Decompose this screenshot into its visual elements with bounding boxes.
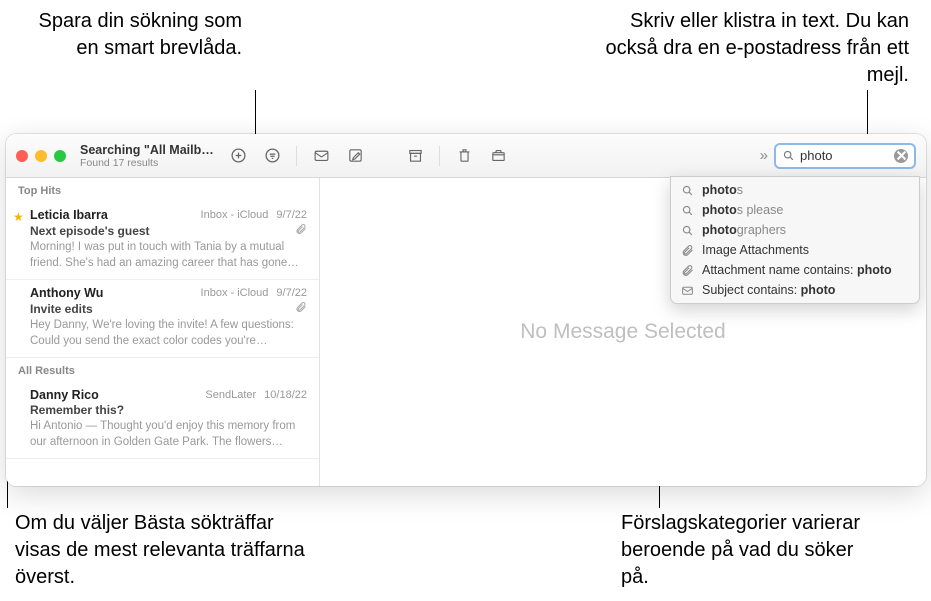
trash-button[interactable] [450, 144, 478, 168]
preview-text: Hey Danny, We're loving the invite! A fe… [30, 318, 307, 349]
toolbar-title: Searching "All Mailbo... Found 17 result… [80, 143, 218, 169]
subject: Remember this? [30, 403, 124, 417]
section-all-results: All Results [6, 358, 319, 382]
preview-text: Hi Antonio — Thought you'd enjoy this me… [30, 419, 307, 450]
search-field[interactable] [774, 143, 916, 169]
suggestion-item[interactable]: Subject contains: photo [671, 280, 919, 300]
window-controls [16, 150, 66, 162]
date-label: 10/18/22 [264, 389, 307, 401]
mailbox-label: Inbox - iCloud [201, 287, 269, 299]
close-button[interactable] [16, 150, 28, 162]
suggestion-item[interactable]: Attachment name contains: photo [671, 260, 919, 280]
attachment-icon [295, 301, 307, 316]
attachment-icon [681, 244, 694, 257]
attachment-icon [295, 223, 307, 238]
subject: Next episode's guest [30, 224, 150, 238]
more-chevron-icon[interactable]: » [760, 147, 768, 164]
mailbox-label: SendLater [205, 389, 256, 401]
message-item[interactable]: Danny Rico SendLater 10/18/22 Remember t… [6, 382, 319, 459]
annotation-suggestions: Förslagskategorier varierar beroende på … [621, 510, 871, 591]
separator [439, 146, 440, 166]
mail-icon [681, 284, 694, 297]
annotation-save-search: Spara din sökning som en smart brevlåda. [22, 8, 242, 62]
section-top-hits: Top Hits [6, 178, 319, 202]
star-icon: ★ [13, 210, 24, 224]
sender: Anthony Wu [30, 286, 103, 300]
filter-button[interactable] [258, 144, 286, 168]
sender: Leticia Ibarra [30, 208, 108, 222]
search-input[interactable] [800, 148, 889, 163]
compose-button[interactable] [341, 144, 369, 168]
search-icon [681, 224, 694, 237]
zoom-button[interactable] [54, 150, 66, 162]
archive-button[interactable] [401, 144, 429, 168]
preview-text: Morning! I was put in touch with Tania b… [30, 240, 307, 271]
date-label: 9/7/22 [276, 209, 307, 221]
suggestion-item[interactable]: photos [671, 180, 919, 200]
suggestion-item[interactable]: photos please [671, 200, 919, 220]
attachment-icon [681, 264, 694, 277]
save-smart-mailbox-button[interactable] [224, 144, 252, 168]
junk-button[interactable] [484, 144, 512, 168]
no-selection-label: No Message Selected [520, 320, 725, 344]
mail-window: Searching "All Mailbo... Found 17 result… [6, 134, 926, 486]
message-item[interactable]: Anthony Wu Inbox - iCloud 9/7/22 Invite … [6, 280, 319, 358]
toolbar: Searching "All Mailbo... Found 17 result… [6, 134, 926, 178]
message-list[interactable]: Top Hits ★ Leticia Ibarra Inbox - iCloud… [6, 178, 320, 486]
mailbox-label: Inbox - iCloud [201, 209, 269, 221]
clear-search-button[interactable] [894, 149, 908, 163]
message-item[interactable]: ★ Leticia Ibarra Inbox - iCloud 9/7/22 N… [6, 202, 319, 280]
search-icon [782, 149, 795, 162]
search-icon [681, 184, 694, 197]
window-subtitle: Found 17 results [80, 157, 218, 169]
window-title: Searching "All Mailbo... [80, 143, 218, 157]
date-label: 9/7/22 [276, 287, 307, 299]
suggestion-item[interactable]: photographers [671, 220, 919, 240]
sender: Danny Rico [30, 388, 99, 402]
reply-button[interactable] [307, 144, 335, 168]
subject: Invite edits [30, 302, 93, 316]
annotation-search-hint: Skriv eller klistra in text. Du kan ocks… [579, 8, 909, 89]
separator [296, 146, 297, 166]
minimize-button[interactable] [35, 150, 47, 162]
search-icon [681, 204, 694, 217]
search-suggestions: photos photos please photographers Image… [670, 176, 920, 304]
suggestion-item[interactable]: Image Attachments [671, 240, 919, 260]
annotation-top-hits: Om du väljer Bästa sökträffar visas de m… [15, 510, 305, 591]
